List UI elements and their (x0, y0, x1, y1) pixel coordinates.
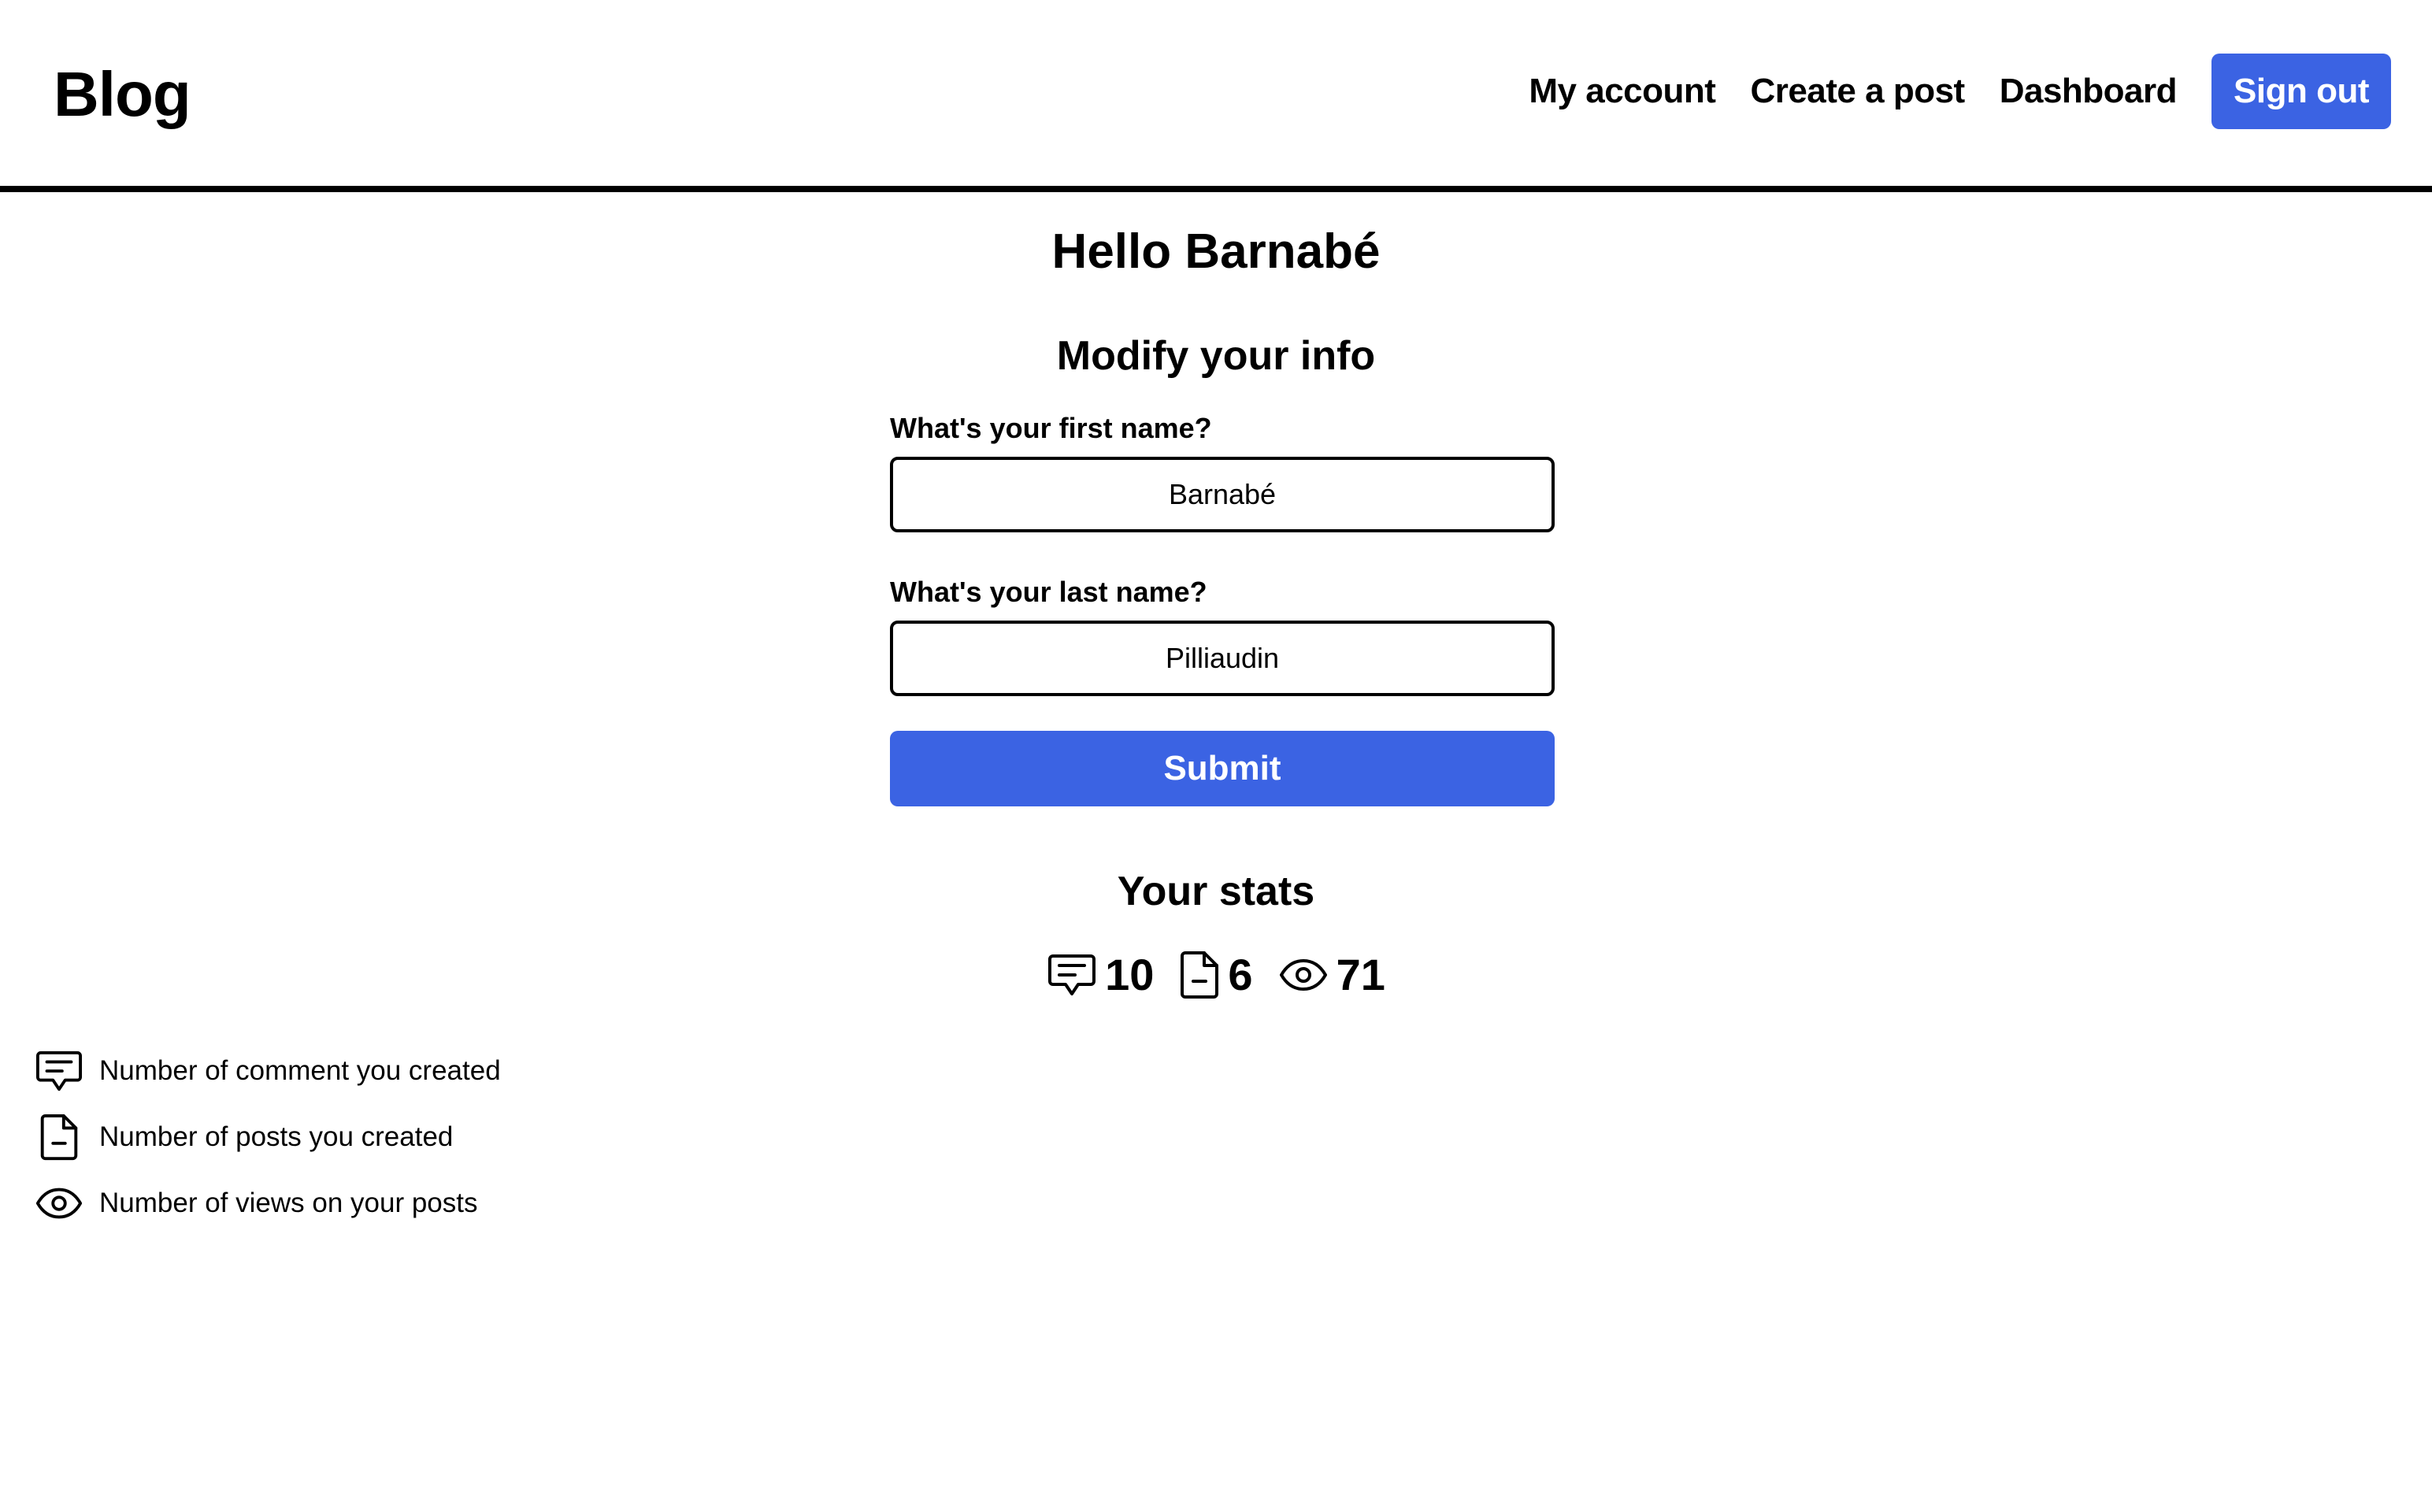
stat-posts-value: 6 (1228, 950, 1253, 999)
modify-info-form: What's your first name? What's your last… (890, 410, 1555, 806)
stat-views: 71 (1278, 950, 1385, 1000)
stats-heading: Your stats (1117, 869, 1315, 914)
document-icon (1179, 950, 1220, 1000)
comment-icon (1047, 951, 1097, 999)
first-name-input[interactable] (890, 457, 1555, 532)
legend-item-views: Number of views on your posts (35, 1170, 501, 1236)
comment-icon (35, 1048, 83, 1094)
main-nav: My account Create a post Dashboard Sign … (1529, 54, 2391, 129)
eye-icon (35, 1186, 83, 1221)
stat-views-value: 71 (1336, 950, 1385, 999)
top-navbar: Blog My account Create a post Dashboard … (0, 0, 2432, 192)
submit-button[interactable]: Submit (890, 731, 1555, 806)
stat-posts: 6 (1179, 950, 1253, 1000)
first-name-label: What's your first name? (890, 412, 1212, 444)
nav-my-account-link[interactable]: My account (1529, 54, 1716, 129)
modify-info-heading: Modify your info (1056, 333, 1376, 379)
nav-create-post-link[interactable]: Create a post (1750, 54, 1965, 129)
document-icon (35, 1113, 83, 1162)
legend-views-text: Number of views on your posts (99, 1188, 478, 1218)
greeting-heading: Hello Barnabé (1051, 224, 1381, 279)
legend-item-posts: Number of posts you created (35, 1104, 501, 1170)
legend-posts-text: Number of posts you created (99, 1121, 454, 1152)
stat-comments: 10 (1047, 950, 1154, 1000)
legend-item-comments: Number of comment you created (35, 1038, 501, 1104)
stat-comments-value: 10 (1105, 950, 1155, 999)
sign-out-button[interactable]: Sign out (2211, 54, 2391, 129)
blog-logo-link[interactable]: Blog (54, 57, 191, 132)
stats-legend: Number of comment you created Number of … (35, 1038, 501, 1236)
stats-row: 10 6 71 (0, 950, 2432, 1000)
nav-dashboard-link[interactable]: Dashboard (2000, 54, 2178, 129)
last-name-input[interactable] (890, 621, 1555, 696)
last-name-label: What's your last name? (890, 576, 1207, 608)
eye-icon (1278, 958, 1329, 992)
legend-comments-text: Number of comment you created (99, 1055, 501, 1086)
